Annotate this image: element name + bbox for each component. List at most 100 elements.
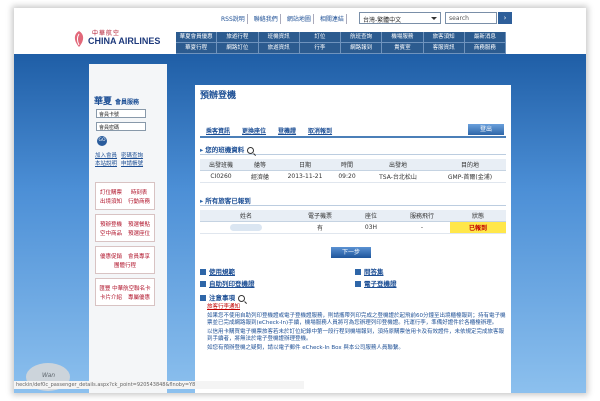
login-go-button[interactable]: GO: [97, 136, 107, 146]
table-row: xxxxxxxxx 有 03H - 已報到: [200, 221, 506, 234]
promo-button-group: 優惠促銷 會員專享 團體行程: [95, 246, 155, 274]
link-label: 使用規範: [209, 268, 235, 276]
nav-item[interactable]: 華夏會員優惠: [176, 32, 218, 43]
sitemap-link[interactable]: 網站地圖: [285, 14, 314, 24]
square-icon: [200, 295, 206, 301]
nav-item[interactable]: 貴賓室: [382, 43, 424, 54]
member-sidebar: 華夏 會員服務 會員卡號 會員密碼 GO 加入會員 密碼查詢 本站說明 申請帳號 …: [89, 64, 167, 393]
usage-rules-link[interactable]: 使用規範: [200, 266, 235, 276]
mobile-button[interactable]: 行動商務: [127, 197, 152, 205]
member-exclusive-button[interactable]: 會員專享: [127, 252, 152, 260]
language-select[interactable]: 台灣-繁體中文: [359, 12, 441, 24]
member-card-input[interactable]: 會員卡號: [96, 109, 146, 118]
self-print-boarding-pass-link[interactable]: 自助列印登機證: [200, 278, 255, 288]
next-step-button[interactable]: 下一步: [331, 247, 371, 258]
notice-heading: 注意事項: [200, 292, 245, 302]
column-header: 狀態: [450, 210, 506, 222]
apply-account-link[interactable]: 申請帳號: [121, 159, 143, 167]
watermark-text: Wan: [42, 372, 56, 379]
booking-button-group: 訂位購票 時刻表 出境須知 行動商務: [95, 182, 155, 210]
logout-button[interactable]: 登出: [468, 124, 504, 135]
nav-item[interactable]: 客服資訊: [423, 43, 465, 54]
nav-item[interactable]: 最新消息: [464, 32, 506, 43]
departure-info-button[interactable]: 出境須知: [99, 197, 124, 205]
nav-item[interactable]: 網路訂位: [217, 43, 259, 54]
luggage-notice-link[interactable]: 旅客行李通知: [207, 304, 240, 310]
column-header: 艙等: [242, 159, 278, 171]
nav-item[interactable]: 機場服務: [382, 32, 424, 43]
group-tour-button[interactable]: 團體行程: [113, 261, 138, 269]
seat-select-button[interactable]: 預選座位: [127, 229, 152, 237]
passenger-table: 姓名 電子機票 座位 服務飛行 狀態 xxxxxxxxx 有 03H - 已報到: [200, 210, 506, 234]
flight-number: CI0260: [200, 170, 242, 183]
flight-time: 09:20: [332, 170, 362, 183]
nav-item[interactable]: 旅遊行程: [217, 32, 259, 43]
checkin-tabs: 乘客資訊 更換座位 登機證 取消報到: [200, 126, 506, 138]
promotion-button[interactable]: 優惠促銷: [99, 252, 124, 260]
booking-button[interactable]: 訂位購票: [99, 188, 124, 196]
checkin-status-badge: 已報到: [450, 221, 506, 234]
square-icon: [355, 281, 361, 287]
card-offers-button[interactable]: 專屬優惠: [127, 293, 152, 301]
e-ticket: 有: [292, 221, 348, 234]
search-input[interactable]: search: [445, 12, 497, 24]
nav-item[interactable]: 航班查詢: [341, 32, 383, 43]
passenger-name: xxxxxxxxx: [200, 221, 292, 234]
checkin-button-group: 預辦登機 預選餐點 空中商品 預選座位: [95, 214, 155, 242]
link-label: 自助列印登機證: [209, 280, 255, 288]
nav-item[interactable]: 華夏行程: [176, 43, 218, 54]
top-links: RSS說明 聯絡我們 網站地圖 相關連結: [219, 14, 347, 24]
notice-title: 注意事項: [209, 294, 235, 302]
status-bar-url: heckin/def0c_passenger_details.aspx?ck_p…: [14, 381, 304, 389]
origin: TSA-台北松山: [362, 170, 434, 183]
sky-shop-button[interactable]: 空中商品: [99, 229, 124, 237]
pre-checkin-button[interactable]: 預辦登機: [99, 220, 124, 228]
pre-meal-button[interactable]: 預選餐點: [127, 220, 152, 228]
magnifier-icon: [247, 146, 255, 154]
card-intro-button[interactable]: 卡片介紹: [99, 293, 124, 301]
cobrand-card-title[interactable]: 匯豐 中華航空聯名卡: [96, 284, 154, 292]
search-button[interactable]: ›: [498, 12, 512, 24]
arrow-icon: ▸: [200, 197, 204, 205]
nav-item[interactable]: 訂位: [299, 32, 341, 43]
column-header: 時間: [332, 159, 362, 171]
password-lookup-link[interactable]: 密碼查詢: [121, 151, 143, 159]
member-password-input[interactable]: 會員密碼: [96, 122, 146, 131]
nav-item[interactable]: 商務服務: [464, 43, 506, 54]
nav-item[interactable]: 行李: [299, 43, 341, 54]
square-icon: [355, 269, 361, 275]
column-header: 出發地: [362, 159, 434, 171]
flight-info-heading: ▸ 您的班機資料: [200, 144, 506, 155]
tab-passenger-info[interactable]: 乘客資訊: [200, 126, 236, 136]
arrow-icon: ▸: [200, 146, 204, 154]
rss-link[interactable]: RSS說明: [219, 14, 248, 24]
tab-cancel-checkin[interactable]: 取消報到: [302, 126, 338, 136]
destination: GMP-首爾(金浦): [434, 170, 506, 183]
column-header: 出發班機: [200, 159, 242, 171]
nav-item[interactable]: 旅客須知: [423, 32, 465, 43]
passenger-heading: ▸ 所有旅客已報到: [200, 195, 506, 206]
column-header: 目的地: [434, 159, 506, 171]
notice-label: 注意事項: [200, 294, 235, 302]
member-title: 華夏: [94, 97, 113, 107]
tab-change-seat[interactable]: 更換座位: [236, 126, 272, 136]
seat-number: 03H: [348, 221, 394, 234]
china-airlines-logo[interactable]: 中華航空 CHINA AIRLINES: [72, 28, 182, 52]
e-boarding-pass-link[interactable]: 電子登機證: [355, 278, 397, 288]
join-member-link[interactable]: 加入會員: [95, 151, 117, 159]
nav-item[interactable]: 網路報到: [341, 43, 383, 54]
link-label: 電子登機證: [364, 280, 397, 288]
column-header: 姓名: [200, 210, 292, 222]
timetable-button[interactable]: 時刻表: [127, 188, 152, 196]
site-help-link[interactable]: 本站說明: [95, 159, 117, 167]
nav-item[interactable]: 班機資訊: [258, 32, 300, 43]
tab-boarding-pass[interactable]: 登機證: [272, 126, 302, 136]
faq-link[interactable]: 問答集: [355, 266, 384, 276]
related-links-link[interactable]: 相關連結: [318, 14, 347, 24]
table-row: CI0260 經濟艙 2013-11-21 09:20 TSA-台北松山 GMP…: [200, 170, 506, 183]
cabin-class: 經濟艙: [242, 170, 278, 183]
nav-item[interactable]: 旅遊資訊: [258, 43, 300, 54]
member-subtitle: 會員服務: [115, 99, 140, 106]
flight-table: 出發班機 艙等 日期 時間 出發地 目的地 CI0260 經濟艙 2013-11…: [200, 159, 506, 183]
contact-link[interactable]: 聯絡我們: [252, 14, 281, 24]
